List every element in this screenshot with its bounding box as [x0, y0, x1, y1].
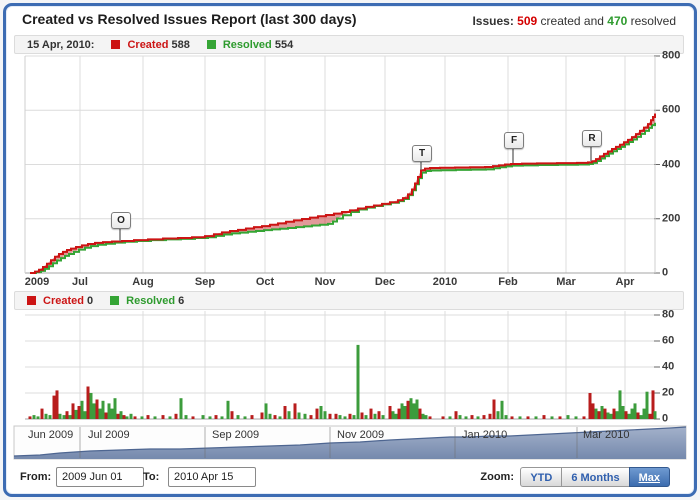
x-tick-label: Mar [556, 276, 576, 288]
main-chart-plot-area[interactable] [25, 56, 655, 273]
page-title: Created vs Resolved Issues Report (last … [22, 11, 357, 27]
flag-marker-f[interactable]: F [504, 132, 524, 149]
created-legend-item[interactable]: Created 588 [127, 39, 189, 51]
navigator-label: Sep 2009 [212, 429, 260, 441]
x-tick-label: Sep [194, 276, 216, 288]
range-controls: From: To: Zoom: YTD 6 Months Max [0, 464, 700, 492]
y-tick-label: 400 [662, 157, 681, 170]
y-tick-label: 80 [662, 308, 675, 321]
issues-created-suffix: created and [540, 14, 604, 28]
main-chart-legend: 15 Apr, 2010: Created 588 Resolved 554 [14, 35, 684, 54]
zoom-ytd-button[interactable]: YTD [520, 467, 563, 487]
x-tick-label: Apr [615, 276, 635, 288]
x-tick-label: Jul [72, 276, 88, 288]
bar-created-value: 0 [87, 294, 94, 307]
bar-chart-plot-area[interactable] [25, 311, 655, 419]
resolved-swatch-icon [110, 296, 120, 305]
issues-resolved-suffix: resolved [630, 14, 676, 28]
x-tick-label: 2010 [432, 276, 458, 288]
x-tick-label: Oct [255, 276, 275, 288]
y-tick-label: 600 [662, 103, 681, 116]
from-date-input[interactable] [56, 467, 144, 487]
bar-chart-legend: Created 0 Resolved 6 [14, 291, 684, 310]
y-tick-label: 0 [662, 266, 669, 279]
navigator-label: Nov 2009 [337, 429, 385, 441]
x-tick-label: Dec [374, 276, 396, 288]
created-swatch-icon [111, 40, 121, 49]
created-swatch-icon [27, 296, 36, 305]
x-tick-label: Feb [498, 276, 518, 288]
navigator-label: Jul 2009 [88, 429, 130, 441]
y-tick-label: 40 [662, 360, 675, 373]
navigator-label: Jan 2010 [462, 429, 508, 441]
navigator-label: Mar 2010 [583, 429, 630, 441]
y-tick-label: 200 [662, 212, 681, 225]
zoom-max-button[interactable]: Max [628, 467, 670, 487]
y-tick-label: 20 [662, 386, 675, 399]
x-tick-label: Aug [132, 276, 154, 288]
navigator-label: Jun 2009 [28, 429, 74, 441]
zoom-button-group: YTD 6 Months Max [520, 467, 670, 487]
resolved-value: 554 [274, 38, 294, 51]
created-value: 588 [171, 38, 190, 51]
bar-resolved-legend-item[interactable]: Resolved 6 [126, 295, 184, 307]
zoom-6months-button[interactable]: 6 Months [561, 467, 630, 487]
issues-summary: Issues: 509 created and 470 resolved [472, 14, 676, 28]
bar-resolved-value: 6 [178, 294, 185, 307]
to-label: To: [143, 471, 160, 483]
issues-created-count: 509 [517, 14, 538, 28]
flag-marker-r[interactable]: R [582, 130, 602, 147]
flag-marker-o[interactable]: O [111, 212, 131, 229]
bar-created-legend-item[interactable]: Created 0 [43, 295, 93, 307]
x-tick-label: 2009 [24, 276, 50, 288]
resolved-legend-item[interactable]: Resolved 554 [223, 39, 293, 51]
to-date-input[interactable] [168, 467, 256, 487]
issues-report-widget: Created vs Resolved Issues Report (last … [0, 0, 700, 500]
flag-marker-t[interactable]: T [412, 145, 432, 162]
issues-summary-label: Issues: [472, 14, 514, 28]
resolved-swatch-icon [206, 40, 216, 49]
zoom-label: Zoom: [480, 471, 514, 483]
y-tick-label: 0 [662, 412, 669, 425]
from-label: From: [20, 471, 52, 483]
y-tick-label: 60 [662, 334, 675, 347]
issues-resolved-count: 470 [607, 14, 628, 28]
y-tick-label: 800 [662, 49, 681, 62]
x-tick-label: Nov [314, 276, 336, 288]
tooltip-date: 15 Apr, 2010: [27, 38, 95, 51]
